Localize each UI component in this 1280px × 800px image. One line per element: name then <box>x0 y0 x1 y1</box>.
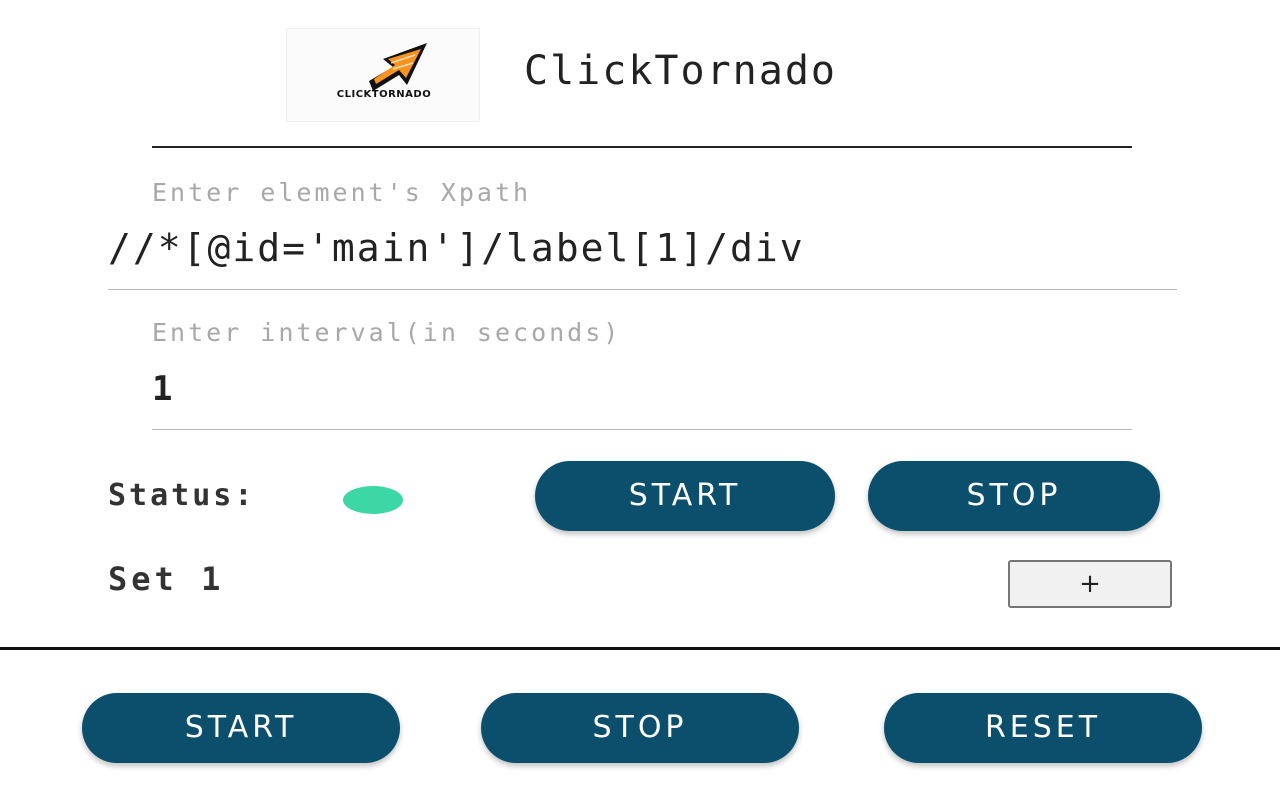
logo: CLICKTORNADO <box>286 28 480 122</box>
set-stop-button[interactable]: STOP <box>868 461 1160 531</box>
popup-page: CLICKTORNADO ClickTornado Enter element'… <box>0 0 1280 800</box>
logo-caption: CLICKTORNADO <box>336 89 432 100</box>
app-title: ClickTornado <box>524 48 837 94</box>
cursor-logo-icon <box>369 43 427 91</box>
interval-input[interactable] <box>152 364 1132 414</box>
xpath-label: Enter element's Xpath <box>152 178 532 207</box>
interval-underline <box>152 429 1132 430</box>
xpath-underline <box>108 289 1177 290</box>
status-indicator <box>343 486 403 514</box>
start-all-button[interactable]: START <box>82 693 400 763</box>
interval-label: Enter interval(in seconds) <box>152 318 622 347</box>
reset-button[interactable]: RESET <box>884 693 1202 763</box>
status-label: Status: <box>108 478 256 513</box>
xpath-input[interactable] <box>108 220 1176 276</box>
footer-divider <box>0 647 1280 650</box>
set-name: Set 1 <box>108 560 225 598</box>
header-divider <box>152 146 1132 148</box>
set-start-button[interactable]: START <box>535 461 835 531</box>
add-set-button[interactable]: + <box>1008 560 1172 608</box>
stop-all-button[interactable]: STOP <box>481 693 799 763</box>
